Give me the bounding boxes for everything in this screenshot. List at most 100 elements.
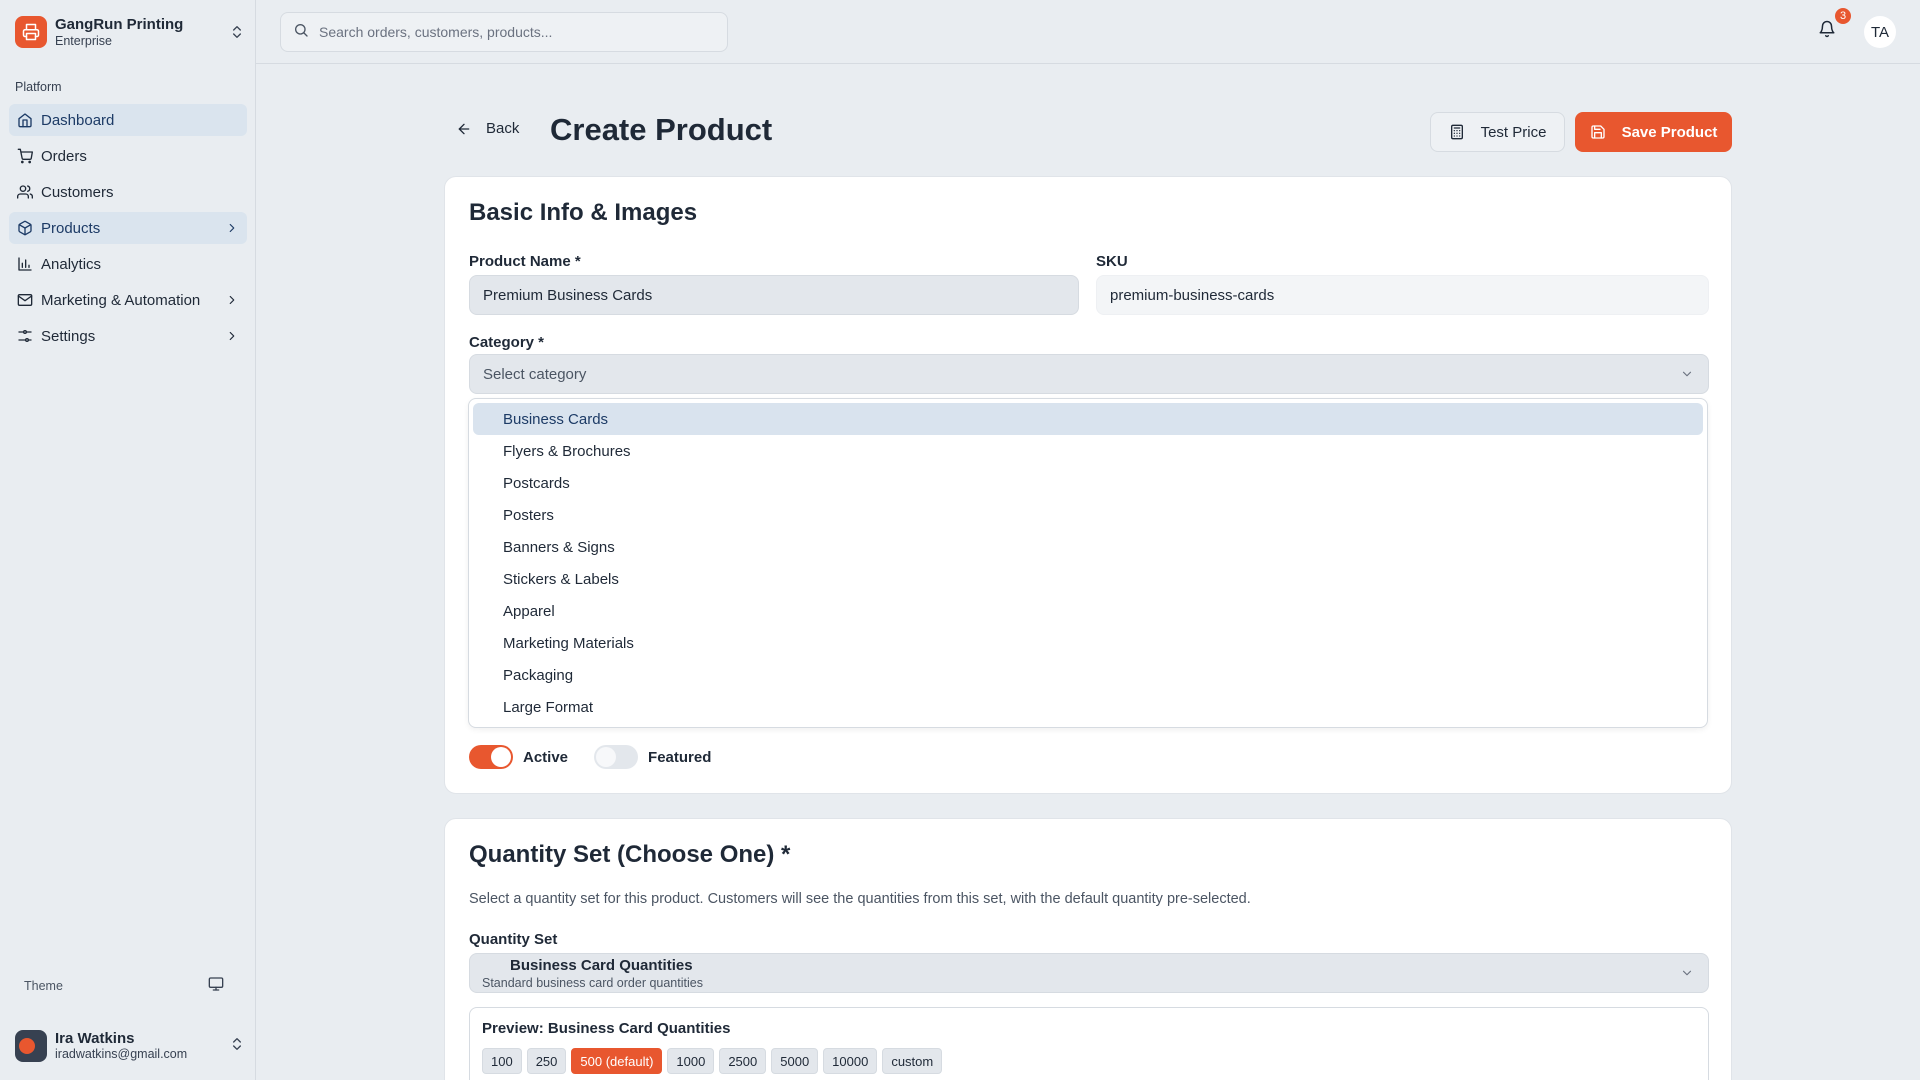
quantity-set-label: Quantity Set <box>469 931 558 948</box>
sidebar-item-marketing[interactable]: Marketing & Automation <box>9 284 247 316</box>
avatar <box>15 1030 47 1062</box>
sidebar-nav: Dashboard Orders Customers Products Anal… <box>9 104 247 356</box>
theme-row: Theme <box>24 976 224 995</box>
bar-chart-icon <box>17 256 33 272</box>
team-switcher[interactable]: GangRun Printing Enterprise <box>15 14 245 50</box>
chevron-right-icon <box>225 329 239 343</box>
nav-section-label: Platform <box>15 80 62 94</box>
chevron-down-icon <box>1680 367 1694 385</box>
quantity-chip: 5000 <box>771 1048 819 1074</box>
save-product-label: Save Product <box>1621 123 1718 141</box>
quantity-preview: Preview: Business Card Quantities 100 25… <box>469 1007 1709 1080</box>
quantity-chip: 100 <box>482 1048 522 1074</box>
user-avatar-button[interactable]: TA <box>1864 16 1896 48</box>
users-icon <box>17 184 33 200</box>
quantity-set-description: Select a quantity set for this product. … <box>469 891 1251 907</box>
quantity-chip-default: 500 (default) <box>571 1048 663 1074</box>
category-option[interactable]: Flyers & Brochures <box>473 435 1703 467</box>
mail-icon <box>17 292 33 308</box>
category-option[interactable]: Packaging <box>473 659 1703 691</box>
package-icon <box>17 220 33 236</box>
section-title: Quantity Set (Choose One) * <box>469 841 791 868</box>
quantity-chip: 2500 <box>719 1048 767 1074</box>
test-price-label: Test Price <box>1480 123 1547 141</box>
save-icon <box>1590 125 1605 139</box>
sidebar-item-dashboard[interactable]: Dashboard <box>9 104 247 136</box>
chevron-down-icon <box>1680 966 1694 985</box>
test-price-button[interactable]: Test Price <box>1430 112 1565 152</box>
chevrons-up-down-icon <box>229 1036 245 1057</box>
search-box[interactable] <box>280 12 728 52</box>
calculator-icon <box>1450 124 1463 140</box>
active-label: Active <box>523 748 569 766</box>
notification-badge: 3 <box>1835 8 1851 24</box>
product-name-input[interactable]: Premium Business Cards <box>469 275 1079 315</box>
save-product-button[interactable]: Save Product <box>1575 112 1732 152</box>
quantity-chips: 100 250 500 (default) 1000 2500 5000 100… <box>482 1048 947 1074</box>
category-option[interactable]: Large Format <box>473 691 1703 723</box>
quantity-chip: 10000 <box>823 1048 878 1074</box>
category-dropdown: Business Cards Flyers & Brochures Postca… <box>468 398 1708 728</box>
sidebar-item-products[interactable]: Products <box>9 212 247 244</box>
user-email: iradwatkins@gmail.com <box>55 1047 188 1061</box>
back-button[interactable]: Back <box>456 120 519 137</box>
category-select[interactable]: Select category <box>469 354 1709 394</box>
featured-label: Featured <box>648 748 712 766</box>
featured-toggle[interactable] <box>594 745 639 769</box>
quantity-set-selected-name: Business Card Quantities <box>510 957 693 974</box>
sidebar-item-label: Customers <box>41 183 114 201</box>
quantity-chip: custom <box>882 1048 943 1074</box>
quantity-set-selected-description: Standard business card order quantities <box>482 976 703 990</box>
theme-label: Theme <box>24 978 63 993</box>
sidebar-item-label: Orders <box>41 147 87 165</box>
arrow-left-icon <box>458 123 470 134</box>
sku-label: SKU <box>1096 253 1128 270</box>
active-toggle[interactable] <box>469 745 513 769</box>
chevron-right-icon <box>225 221 239 235</box>
section-title: Basic Info & Images <box>469 199 698 226</box>
category-option[interactable]: Apparel <box>473 595 1703 627</box>
cart-icon <box>17 148 33 164</box>
category-option[interactable]: Stickers & Labels <box>473 563 1703 595</box>
quantity-chip: 250 <box>526 1048 567 1074</box>
home-icon <box>17 112 33 128</box>
quantity-set-card: Quantity Set (Choose One) * Select a qua… <box>444 818 1732 1080</box>
monitor-icon[interactable] <box>208 976 224 995</box>
sidebar-item-customers[interactable]: Customers <box>9 176 247 208</box>
category-option[interactable]: Marketing Materials <box>473 627 1703 659</box>
sliders-icon <box>17 328 33 344</box>
brand-name: GangRun Printing <box>55 15 184 33</box>
user-name: Ira Watkins <box>55 1030 135 1047</box>
sidebar-item-label: Dashboard <box>41 111 115 129</box>
category-option[interactable]: Posters <box>473 499 1703 531</box>
status-toggles: Active Featured <box>469 745 711 769</box>
brand-plan: Enterprise <box>55 33 112 48</box>
printer-icon <box>15 16 47 48</box>
preview-title: Preview: Business Card Quantities <box>482 1020 731 1037</box>
chevrons-up-down-icon <box>229 24 245 40</box>
quantity-chip: 1000 <box>667 1048 715 1074</box>
user-menu[interactable]: Ira Watkins iradwatkins@gmail.com <box>15 1030 245 1062</box>
quantity-set-select[interactable]: Business Card Quantities Standard busine… <box>469 953 1709 993</box>
category-label: Category * <box>469 334 545 351</box>
category-placeholder: Select category <box>483 365 587 383</box>
back-label: Back <box>486 120 520 137</box>
category-option[interactable]: Postcards <box>473 467 1703 499</box>
sidebar-item-orders[interactable]: Orders <box>9 140 247 172</box>
category-option[interactable]: Business Cards <box>473 403 1703 435</box>
page-title: Create Product <box>550 112 773 147</box>
product-name-label: Product Name * <box>469 253 581 270</box>
sidebar-item-settings[interactable]: Settings <box>9 320 247 352</box>
sidebar: GangRun Printing Enterprise Platform Das… <box>0 0 256 1080</box>
sku-input[interactable]: premium-business-cards <box>1096 275 1709 315</box>
sidebar-item-analytics[interactable]: Analytics <box>9 248 247 280</box>
category-option[interactable]: Banners & Signs <box>473 531 1703 563</box>
chevron-right-icon <box>225 293 239 307</box>
sidebar-item-label: Analytics <box>41 255 102 273</box>
bell-icon[interactable] <box>1818 20 1842 44</box>
sidebar-item-label: Settings <box>41 327 96 345</box>
sidebar-item-label: Marketing & Automation <box>41 291 201 309</box>
topbar: 3 TA <box>256 0 1920 64</box>
sidebar-item-label: Products <box>41 219 101 237</box>
search-input[interactable] <box>319 24 699 40</box>
